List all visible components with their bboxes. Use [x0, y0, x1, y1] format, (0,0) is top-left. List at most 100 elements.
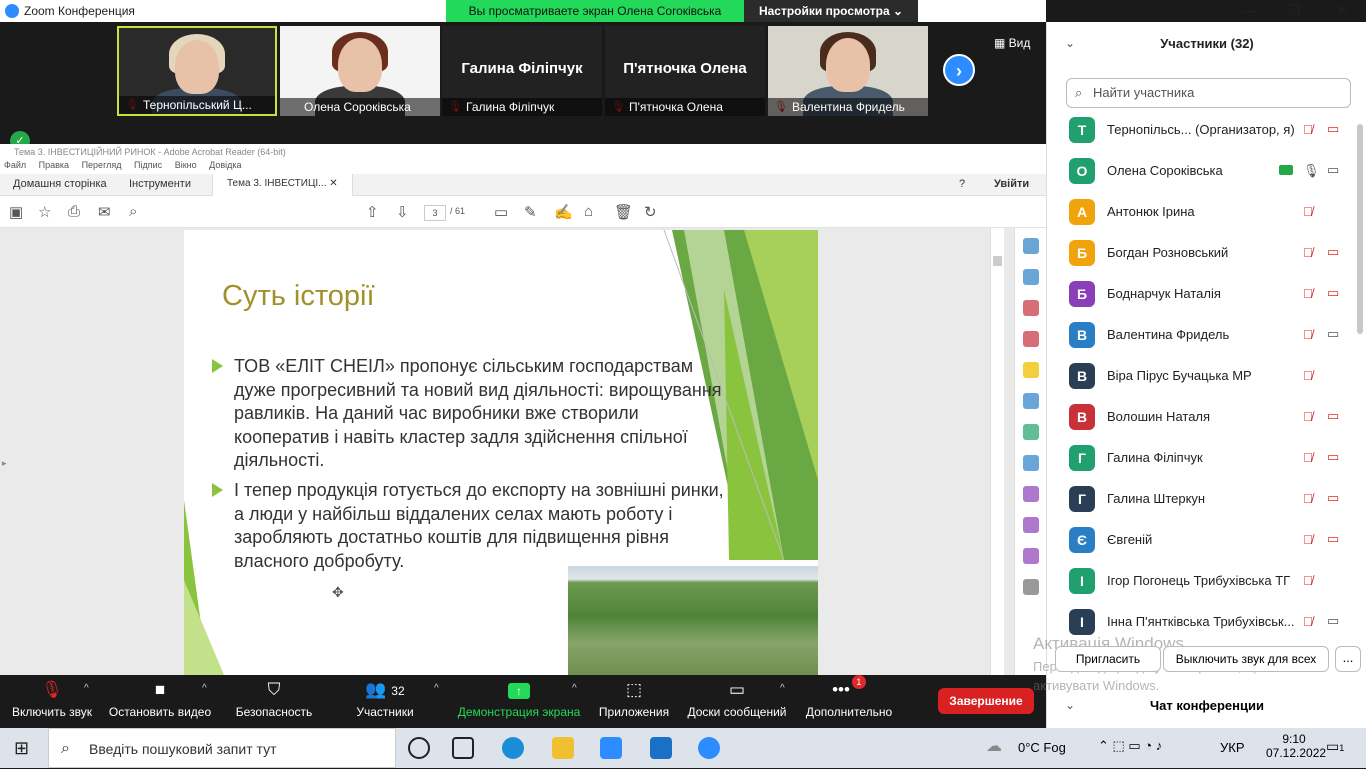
- participant-row[interactable]: І Інна П'янтківська Трибухівськ... 🎙̸ ▭: [1047, 602, 1357, 643]
- mute-all-button[interactable]: Выключить звук для всех: [1163, 646, 1329, 672]
- print-icon[interactable]: ⎙: [68, 203, 80, 220]
- chevron-up-icon[interactable]: ^: [202, 683, 207, 694]
- menu-file[interactable]: Файл: [4, 160, 26, 170]
- rotate-icon[interactable]: ↻: [644, 203, 657, 221]
- invite-button[interactable]: Пригласить: [1055, 646, 1161, 672]
- comment-tool-icon[interactable]: [1023, 362, 1039, 378]
- view-button[interactable]: ▦ Вид: [994, 36, 1030, 50]
- more-tools-icon[interactable]: [1023, 579, 1039, 595]
- windows-start-icon[interactable]: ⊞: [14, 738, 29, 759]
- file-explorer-icon[interactable]: [552, 737, 574, 759]
- tab-home[interactable]: Домашня сторінка: [13, 178, 107, 190]
- mic-muted-icon[interactable]: 🎙̸: [1303, 327, 1313, 342]
- mic-muted-icon[interactable]: 🎙̸: [1303, 368, 1313, 383]
- apps-button[interactable]: ⬚ Приложения: [594, 675, 674, 719]
- mic-muted-icon[interactable]: 🎙̸: [1303, 450, 1313, 465]
- comment-icon[interactable]: ▭: [494, 203, 508, 221]
- mic-muted-icon[interactable]: 🎙̸: [1303, 204, 1313, 219]
- send-sign-icon[interactable]: [1023, 517, 1039, 533]
- video-tile[interactable]: 🎙 Тернопільський Ц...: [117, 26, 277, 116]
- tab-document[interactable]: Тема 3. ІНВЕСТИЦІ... ✕: [212, 174, 353, 196]
- participant-row[interactable]: О Олена Сороківська 🎙 ▭: [1047, 151, 1357, 192]
- close-icon[interactable]: ✕: [1336, 2, 1348, 19]
- page-down-icon[interactable]: ⇩: [396, 203, 409, 221]
- language-indicator[interactable]: УКР: [1220, 740, 1245, 755]
- participant-row[interactable]: А Антонюк Ірина 🎙̸: [1047, 192, 1357, 233]
- mic-muted-icon[interactable]: 🎙̸: [1303, 614, 1313, 629]
- tag-icon[interactable]: ⌂: [584, 203, 593, 220]
- camera-icon[interactable]: ▭: [1327, 162, 1339, 178]
- combine-icon[interactable]: [1023, 393, 1039, 409]
- camera-off-icon[interactable]: ▭: [1327, 490, 1339, 506]
- camera-off-icon[interactable]: ▭: [1327, 121, 1339, 137]
- video-tile[interactable]: Галина Філіпчук 🎙 Галина Філіпчук: [442, 26, 602, 116]
- menu-view[interactable]: Перегляд: [82, 160, 122, 170]
- weather-text[interactable]: 0°C Fog: [1018, 740, 1066, 755]
- participant-row[interactable]: Г Галина Штеркун 🎙̸ ▭: [1047, 479, 1357, 520]
- edge-icon[interactable]: [502, 737, 524, 759]
- participant-row[interactable]: Б Боднарчук Наталія 🎙̸ ▭: [1047, 274, 1357, 315]
- whiteboards-button[interactable]: ▭ Доски сообщений: [684, 675, 790, 719]
- zoom-app-icon[interactable]: [698, 737, 720, 759]
- participant-row[interactable]: Т Тернопільсь... (Организатор, я) 🎙̸ ▭: [1047, 110, 1357, 151]
- zoom-search-icon[interactable]: ⌕: [129, 203, 137, 220]
- protect-icon[interactable]: [1023, 548, 1039, 564]
- page-up-icon[interactable]: ⇧: [366, 203, 379, 221]
- unmute-button[interactable]: 🎙 Включить звук: [8, 675, 96, 719]
- menu-edit[interactable]: Правка: [39, 160, 69, 170]
- participant-row[interactable]: В Віра Пірус Бучацька МР 🎙̸: [1047, 356, 1357, 397]
- document-scrollbar[interactable]: [990, 228, 1004, 675]
- menu-sign[interactable]: Підпис: [134, 160, 162, 170]
- edit-pdf-icon[interactable]: [1023, 424, 1039, 440]
- minimize-icon[interactable]: —: [1242, 2, 1256, 18]
- export-pdf-icon[interactable]: [1023, 331, 1039, 347]
- left-panel-toggle-icon[interactable]: ▸: [2, 458, 7, 469]
- chevron-up-icon[interactable]: ^: [84, 683, 89, 694]
- page-number-input[interactable]: 3: [424, 205, 446, 221]
- panel-more-button[interactable]: ...: [1335, 646, 1361, 672]
- camera-off-icon[interactable]: ▭: [1327, 449, 1339, 465]
- save-icon[interactable]: ▣: [9, 203, 23, 221]
- email-icon[interactable]: ✉: [98, 203, 111, 221]
- fill-sign-icon[interactable]: [1023, 486, 1039, 502]
- tab-tools[interactable]: Інструменти: [129, 178, 191, 190]
- restore-icon[interactable]: ❐: [1288, 2, 1301, 19]
- menu-window[interactable]: Вікно: [175, 160, 197, 170]
- mic-muted-icon[interactable]: 🎙̸: [1303, 245, 1313, 260]
- participant-row[interactable]: Г Галина Філіпчук 🎙̸ ▭: [1047, 438, 1357, 479]
- zoom-tool-icon[interactable]: [1023, 238, 1039, 254]
- signin-link[interactable]: Увійти: [994, 178, 1029, 190]
- menu-help[interactable]: Довідка: [209, 160, 241, 170]
- share-screen-button[interactable]: ↑ Демонстрация экрана: [456, 675, 582, 719]
- end-meeting-button[interactable]: Завершение: [938, 688, 1034, 714]
- video-tile[interactable]: Олена Сороківська: [280, 26, 440, 116]
- chevron-up-icon[interactable]: ^: [572, 683, 577, 694]
- scan-icon[interactable]: [1023, 455, 1039, 471]
- mail-icon[interactable]: [650, 737, 672, 759]
- security-button[interactable]: ⛉ Безопасность: [234, 675, 314, 719]
- notifications-icon[interactable]: ▭1: [1326, 738, 1344, 755]
- mic-muted-icon[interactable]: 🎙̸: [1303, 409, 1313, 424]
- participant-search-input[interactable]: ⌕ Найти участника: [1066, 78, 1351, 108]
- tray-icons[interactable]: ⌃ ⬚ ▭ ◔ ♪: [1098, 738, 1162, 754]
- participant-row[interactable]: В Волошин Наталя 🎙̸ ▭: [1047, 397, 1357, 438]
- next-page-arrow-icon[interactable]: ›: [943, 54, 975, 86]
- chevron-up-icon[interactable]: ^: [434, 683, 439, 694]
- organize-icon[interactable]: [1023, 300, 1039, 316]
- participant-row[interactable]: І Ігор Погонець Трибухівська ТГ 🎙̸: [1047, 561, 1357, 602]
- store-icon[interactable]: [600, 737, 622, 759]
- participant-row[interactable]: Б Богдан Розновський 🎙̸ ▭: [1047, 233, 1357, 274]
- clock[interactable]: 9:10 07.12.2022: [1266, 732, 1326, 760]
- camera-off-icon[interactable]: ▭: [1327, 244, 1339, 260]
- mic-muted-icon[interactable]: 🎙̸: [1303, 122, 1313, 137]
- pen-icon[interactable]: ✎: [524, 203, 537, 221]
- chevron-up-icon[interactable]: ^: [780, 683, 785, 694]
- video-tile[interactable]: П'ятночка Олена 🎙 П'ятночка Олена: [605, 26, 765, 116]
- taskbar-search-input[interactable]: ⌕ Введіть пошуковий запит тут: [48, 728, 396, 768]
- camera-off-icon[interactable]: ▭: [1327, 408, 1339, 424]
- task-view-icon[interactable]: [408, 737, 430, 759]
- mic-icon[interactable]: 🎙: [1303, 163, 1320, 179]
- participant-row[interactable]: В Валентина Фридель 🎙̸ ▭: [1047, 315, 1357, 356]
- delete-icon[interactable]: 🗑: [614, 203, 633, 221]
- camera-off-icon[interactable]: ▭: [1327, 531, 1339, 547]
